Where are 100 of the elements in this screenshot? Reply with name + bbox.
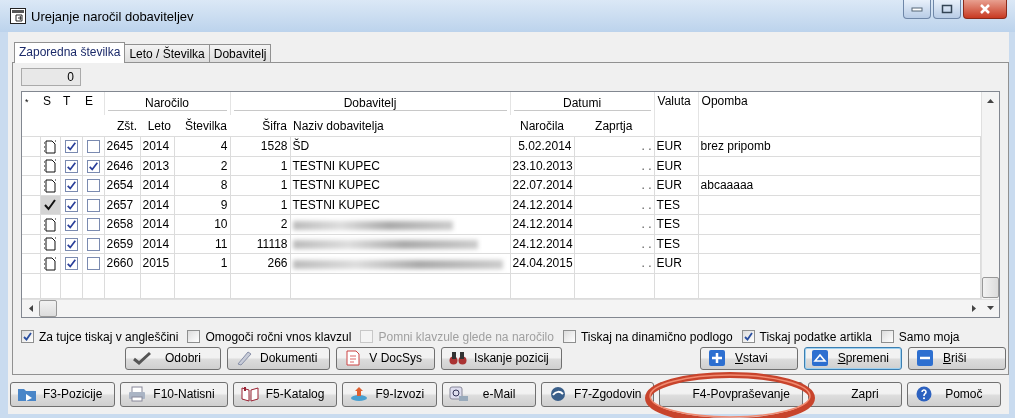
column-header: Šifra <box>262 118 287 133</box>
checkbox[interactable] <box>187 330 201 343</box>
table-cell: 2013 <box>142 158 170 173</box>
book-icon <box>239 386 260 402</box>
checkbox-label: Za tujce tiskaj v angleščini <box>39 329 179 344</box>
table-cell: 2 <box>220 158 228 173</box>
checkbox[interactable] <box>880 330 894 343</box>
table-cell: 22.07.2014 <box>512 178 573 193</box>
printer-icon <box>127 386 148 402</box>
table-cell: 24.12.2014 <box>512 217 573 232</box>
table-cell: 2015 <box>142 256 170 271</box>
table-cell: TESTNI KUPEC <box>292 197 380 212</box>
column-group-header: Naročilo <box>107 96 227 111</box>
table-cell: 9 <box>220 197 228 212</box>
table-cell: 2660 <box>106 256 134 271</box>
plus-icon <box>707 350 727 366</box>
edit-button[interactable]: Briši <box>908 346 1006 370</box>
table-cell: 2659 <box>106 236 134 251</box>
checkbox-label: Omogoči ročni vnos klavzul <box>205 329 352 344</box>
table-cell: 11118 <box>256 236 288 251</box>
table-cell: 24.12.2014 <box>512 197 573 212</box>
minus-icon <box>915 350 935 366</box>
function-button[interactable]: F10-Natisni <box>120 381 228 407</box>
checkbox[interactable] <box>64 179 78 193</box>
checkbox[interactable] <box>64 218 78 232</box>
scroll-up-icon[interactable] <box>986 99 994 103</box>
table-cell: 8 <box>220 178 228 193</box>
checkbox[interactable] <box>562 330 576 343</box>
checkbox[interactable] <box>86 140 100 154</box>
export-icon <box>349 386 370 402</box>
function-button[interactable]: e-Mail <box>442 381 537 407</box>
scroll-left-icon[interactable] <box>28 304 33 312</box>
table-cell: 24.04.2015 <box>512 256 573 271</box>
table-cell: 2014 <box>142 139 170 154</box>
column-header: Opomba <box>701 94 748 108</box>
table-cell: . . <box>641 178 652 193</box>
table-cell: 2014 <box>142 178 170 193</box>
checkbox[interactable] <box>86 218 100 232</box>
function-button[interactable]: F7-Zgodovin <box>541 381 655 407</box>
table-cell: brez pripomb <box>700 139 771 154</box>
minimize-icon <box>911 6 923 12</box>
scroll-thumb[interactable] <box>981 276 999 298</box>
table-cell: TES <box>656 197 680 212</box>
column-header: Številka <box>185 118 227 133</box>
close-button[interactable] <box>963 0 1007 19</box>
checkbox-label: Samo moja <box>898 329 960 344</box>
function-button[interactable]: F9-Izvozi <box>342 381 438 407</box>
action-button[interactable]: V DocSys <box>336 346 436 370</box>
scroll-right-icon[interactable] <box>971 304 976 312</box>
binoculars-icon <box>448 351 469 365</box>
edit-button[interactable]: Vstavi <box>700 346 798 370</box>
checkbox[interactable] <box>21 330 34 343</box>
function-button[interactable]: Zapri <box>807 381 902 407</box>
table-cell: 1 <box>280 178 288 193</box>
scroll-thumb[interactable] <box>39 299 57 317</box>
checkbox-label: Pomni klavzule glede na naročilo <box>378 329 554 344</box>
column-header: Valuta <box>657 94 691 108</box>
action-button[interactable]: Odobri <box>125 346 221 370</box>
checkbox-label: Tiskaj na dinamično podlogo <box>580 329 733 344</box>
checkbox[interactable] <box>86 257 100 271</box>
table-cell: TESTNI KUPEC <box>292 178 380 193</box>
table-cell: 23.10.2013 <box>512 158 573 173</box>
table-cell: 2657 <box>106 197 134 212</box>
function-button[interactable]: F5-Katalog <box>232 381 338 407</box>
tab[interactable]: Zaporedna številka <box>14 42 126 63</box>
vertical-scrollbar[interactable] <box>980 92 999 299</box>
checkbox[interactable] <box>64 140 78 154</box>
table-cell: 2654 <box>106 178 134 193</box>
action-button[interactable]: Dokumenti <box>227 346 331 370</box>
counter-field[interactable]: 0 <box>21 68 81 86</box>
table-cell: 266 <box>267 256 288 271</box>
checkbox[interactable] <box>86 179 100 193</box>
checkbox[interactable] <box>64 237 78 251</box>
table-cell: . . <box>641 236 652 251</box>
table-cell: 1 <box>280 158 288 173</box>
table-cell: TES <box>656 236 680 251</box>
function-button[interactable]: F3-Pozicije <box>10 381 116 407</box>
checkbox-label: Tiskaj podatke artikla <box>759 329 872 344</box>
checkbox[interactable] <box>64 257 78 271</box>
column-header: E <box>85 94 93 108</box>
column-header: S <box>43 94 51 108</box>
edit-button[interactable]: Spremeni <box>804 346 902 370</box>
maximize-icon <box>941 4 953 14</box>
checkbox[interactable] <box>86 159 100 173</box>
checkbox[interactable] <box>741 330 755 343</box>
checkbox[interactable] <box>86 198 100 212</box>
table-cell: 1 <box>280 197 288 212</box>
table-cell: . . <box>641 217 652 232</box>
checkbox[interactable] <box>64 159 78 173</box>
scroll-down-icon[interactable] <box>987 306 994 310</box>
maximize-button[interactable] <box>933 0 961 19</box>
checkbox[interactable] <box>64 198 78 212</box>
action-button[interactable]: Iskanje pozicij <box>441 346 562 370</box>
close-icon <box>978 4 992 14</box>
function-button[interactable]: F4-Povpraševanje <box>659 381 803 407</box>
table-cell: 4 <box>220 139 228 154</box>
marker-header: * <box>25 97 29 107</box>
checkbox[interactable] <box>86 237 100 251</box>
column-group-header: Datumi <box>513 96 651 111</box>
function-button[interactable]: Pomoč <box>906 381 1001 407</box>
